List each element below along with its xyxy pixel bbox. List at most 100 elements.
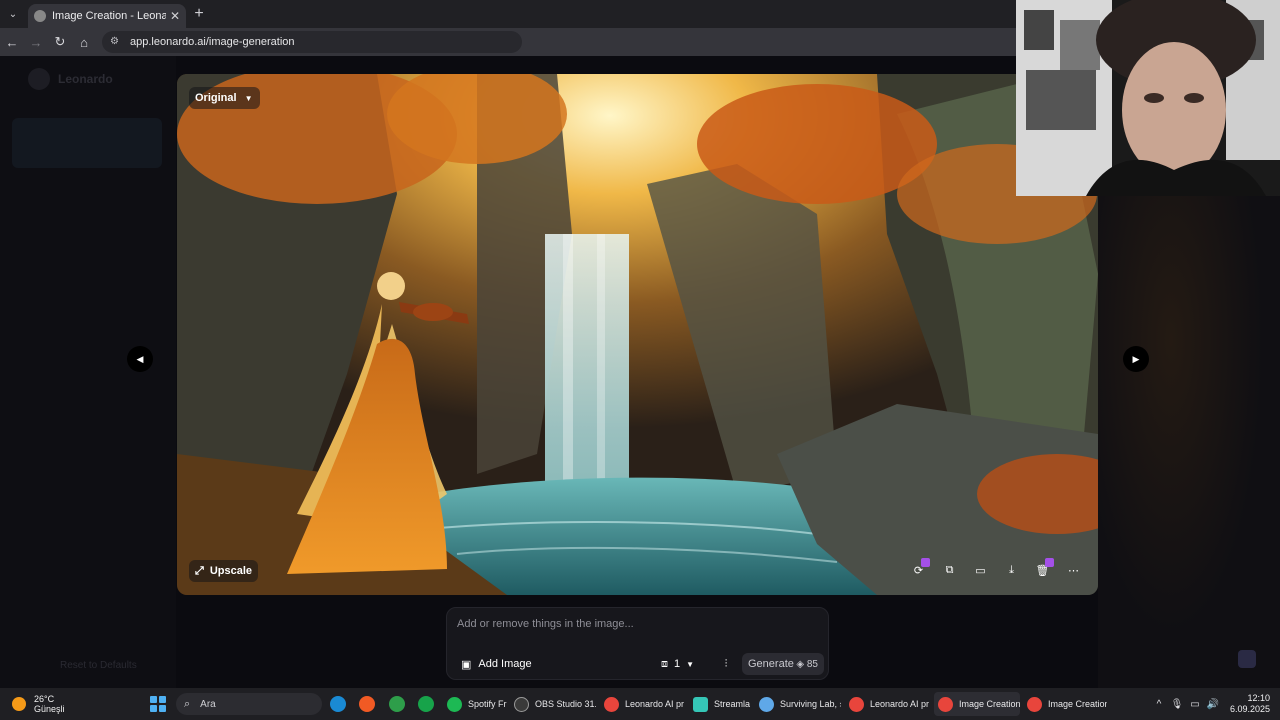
generate-button[interactable]: Generate ◈ 85 [742, 653, 824, 675]
remix-button[interactable]: ⟳ [906, 558, 931, 583]
forward-arrow-icon[interactable]: → [24, 28, 48, 56]
taskbar-app-label: Image Creation [959, 699, 1020, 709]
tab-list-chevron-icon[interactable]: ⌄ [0, 0, 26, 28]
webcam-overlay [1016, 0, 1280, 196]
sun-icon [12, 697, 26, 711]
taskbar-app-label: Spotify Fr [468, 699, 507, 709]
taskbar-app-steam[interactable]: Surviving Lab, › [759, 692, 841, 716]
clock-date: 6.09.2025 [1229, 704, 1270, 714]
add-to-collection-button[interactable]: ▭ [968, 558, 993, 583]
caret-down-icon: ▼ [244, 93, 253, 103]
ellipsis-icon: ⋯ [1068, 565, 1079, 577]
view-mode-dropdown[interactable]: Original ▼ [189, 87, 261, 109]
expand-arrows-icon: ⤢ [195, 564, 204, 577]
taskbar-app-chrome-image-creation[interactable]: Image Creation [1027, 692, 1107, 716]
weather-widget[interactable]: 26°C Güneşli [12, 694, 65, 714]
next-image-button[interactable]: ▶ [1123, 346, 1149, 372]
upscale-button[interactable]: ⤢ Upscale [189, 560, 259, 582]
generated-image[interactable]: Original ▼ ⤢ Upscale ⟳ ⧉ ▭ ⤓ 🗑 ⋯ [177, 74, 1098, 595]
token-icon: ◈ [796, 658, 807, 670]
copy-button[interactable]: ⧉ [937, 558, 962, 583]
caret-right-icon: ▶ [1132, 353, 1140, 364]
back-arrow-icon[interactable]: ← [0, 28, 24, 56]
taskbar-app-chrome-leonardo-2[interactable]: Leonardo AI pr [849, 692, 929, 716]
previous-image-button[interactable]: ◀ [127, 346, 153, 372]
taskbar-app-label: Image Creation [1048, 699, 1107, 709]
windows-start-icon[interactable] [150, 696, 166, 712]
image-action-bar: ⟳ ⧉ ▭ ⤓ 🗑 ⋯ [906, 558, 1086, 583]
screen: ⌄ Image Creation - Leonardo.Ai ✕ + ← → ↻… [0, 0, 1280, 720]
chrome-icon [1027, 696, 1042, 712]
chrome-icon [604, 696, 619, 712]
weather-temp: 26°C [34, 694, 55, 704]
close-tab-icon[interactable]: ✕ [170, 9, 180, 23]
image-count-value: 1 [674, 658, 681, 670]
tab-title: Image Creation - Leonardo.Ai [52, 10, 166, 22]
leonardo-favicon-icon [34, 10, 46, 22]
sliders-icon: ⫶ [724, 657, 728, 670]
clock-time: 12:10 [1247, 693, 1270, 703]
download-button[interactable]: ⤓ [999, 558, 1024, 583]
help-chat-icon[interactable] [1238, 650, 1256, 668]
edge-icon[interactable] [330, 696, 346, 712]
leonardo-logo-icon [28, 68, 50, 90]
taskbar-app-chrome-leonardo-1[interactable]: Leonardo AI pr [604, 692, 684, 716]
weather-desc: Güneşli [34, 704, 65, 714]
delete-button[interactable]: 🗑 [1030, 558, 1055, 583]
edit-prompt-panel: Add or remove things in the image... ▣ A… [446, 607, 829, 680]
chrome-icon [849, 696, 864, 712]
folder-icon: ▭ [975, 565, 986, 577]
new-tab-plus-icon[interactable]: + [186, 5, 212, 23]
taskbar-search[interactable]: ⌕ Ara [176, 693, 322, 715]
site-info-icon[interactable]: ⚙ [110, 36, 122, 48]
add-image-button[interactable]: ▣ Add Image [455, 653, 538, 675]
sidebar-dimmed: Leonardo Reset to Defaults [0, 56, 176, 688]
copy-icon: ⧉ [945, 564, 954, 576]
reload-icon[interactable]: ↻ [48, 28, 72, 56]
images-stack-icon: ⧈ [661, 657, 668, 670]
chrome-icon[interactable] [389, 696, 405, 712]
system-clock[interactable]: 12:10 6.09.2025 [1222, 693, 1280, 715]
search-icon: ⌕ [184, 697, 191, 710]
generate-label: Generate [748, 658, 794, 670]
address-bar[interactable]: ⚙ app.leonardo.ai/image-generation [102, 31, 522, 53]
streamlabs-icon [693, 696, 708, 712]
home-icon[interactable]: ⌂ [72, 28, 96, 56]
brave-icon[interactable] [359, 696, 375, 712]
xbox-icon[interactable] [418, 696, 434, 712]
taskbar-app-label: OBS Studio 31.1 [535, 699, 596, 709]
more-options-button[interactable]: ⋯ [1061, 558, 1086, 583]
taskbar-app-spotify[interactable]: Spotify Fr [447, 692, 507, 716]
view-mode-label: Original [195, 92, 237, 104]
microphone-icon[interactable]: 🎙 [1168, 699, 1186, 710]
forest-waterfall-illustration [177, 74, 1098, 595]
caret-down-icon: ▼ [686, 659, 695, 669]
volume-icon[interactable]: 🔊 [1204, 699, 1222, 710]
system-tray: ^ 🎙 ▭ 🔊 12:10 6.09.2025 [1150, 688, 1280, 720]
network-icon[interactable]: ▭ [1186, 699, 1204, 710]
add-image-label: Add Image [478, 658, 532, 670]
taskbar-app-label: Surviving Lab, › [780, 699, 841, 709]
generation-settings-button[interactable]: ⫶ [714, 653, 738, 675]
premium-badge-icon [921, 558, 930, 567]
image-count-dropdown[interactable]: ⧈ 1 ▼ [655, 653, 700, 675]
token-cost: ◈ 85 [796, 659, 818, 670]
caret-left-icon: ◀ [136, 353, 144, 364]
streamer-webcam-feed [1016, 0, 1280, 196]
browser-tab-active[interactable]: Image Creation - Leonardo.Ai ✕ [28, 4, 186, 28]
reset-defaults-dimmed: Reset to Defaults [60, 660, 137, 671]
upscale-label: Upscale [209, 565, 253, 577]
obs-icon [514, 696, 529, 712]
taskbar-app-obs[interactable]: OBS Studio 31.1 [514, 692, 596, 716]
edit-prompt-input[interactable]: Add or remove things in the image... [457, 618, 817, 636]
taskbar-app-chrome-image-creation-active[interactable]: Image Creation [934, 692, 1020, 716]
download-icon: ⤓ [1009, 564, 1014, 576]
taskbar-app-label: Leonardo AI pr [870, 699, 929, 709]
sidebar-block-dimmed [12, 118, 162, 168]
chevron-up-icon[interactable]: ^ [1150, 699, 1168, 710]
taskbar-app-label: Leonardo AI pr [625, 699, 684, 709]
image-plus-icon: ▣ [461, 658, 472, 671]
token-cost-value: 85 [806, 658, 818, 670]
premium-badge-icon [1045, 558, 1054, 567]
taskbar-app-streamlabs[interactable]: Streamla [693, 692, 755, 716]
